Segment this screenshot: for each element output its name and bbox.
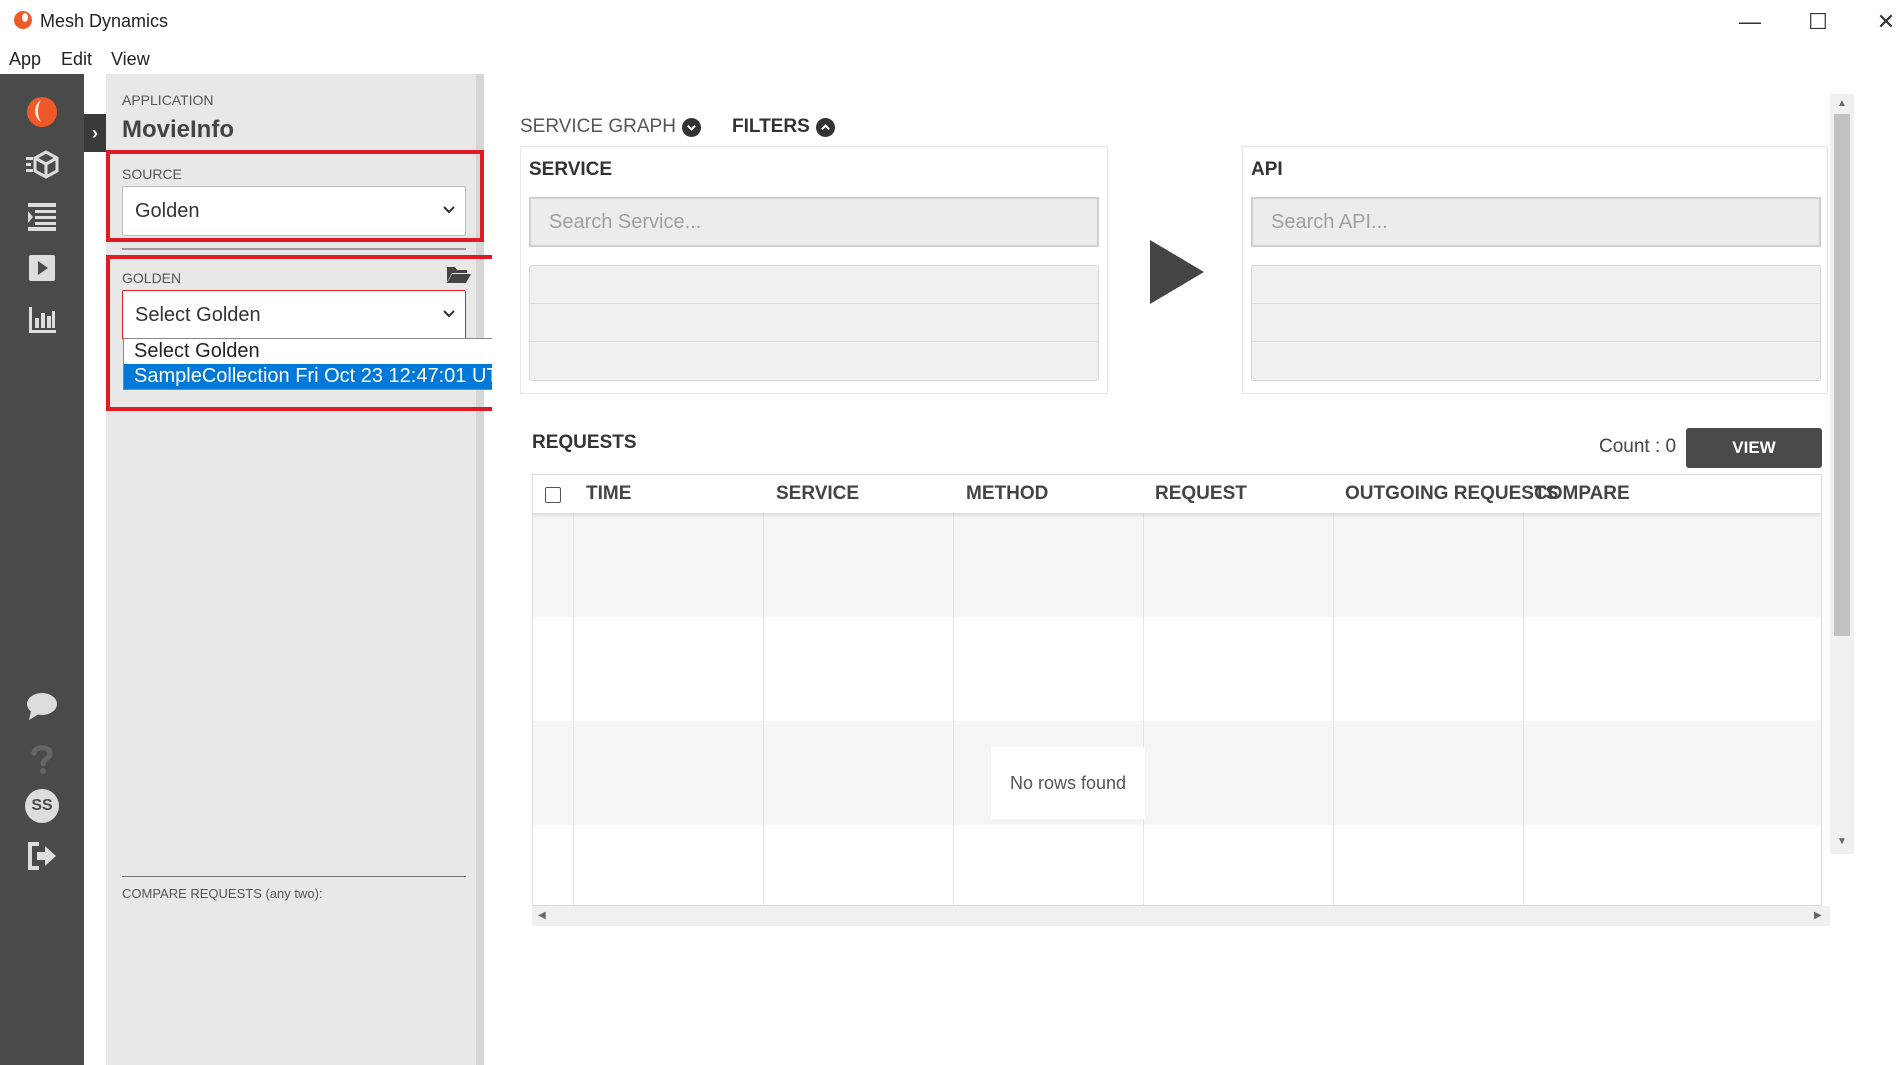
filters-label: FILTERS	[732, 116, 810, 137]
column-divider	[573, 475, 574, 905]
tab-service-graph[interactable]: SERVICE GRAPH	[520, 116, 701, 138]
column-divider	[763, 475, 764, 905]
requests-count: Count : 0	[1599, 436, 1677, 457]
select-all-checkbox[interactable]	[545, 487, 561, 503]
divider	[122, 248, 466, 250]
minimize-button[interactable]: —	[1730, 6, 1770, 38]
requests-title: REQUESTS	[532, 432, 637, 453]
column-header-service[interactable]: SERVICE	[776, 483, 859, 505]
requests-grid: TIME SERVICE METHOD REQUEST OUTGOING REQ…	[532, 474, 1822, 906]
service-card: SERVICE	[520, 146, 1108, 394]
icon-rail: SS	[0, 74, 84, 1065]
service-graph-label: SERVICE GRAPH	[520, 116, 676, 137]
service-title: SERVICE	[529, 159, 613, 180]
menu-app[interactable]: App	[9, 49, 41, 70]
list-item[interactable]	[530, 342, 1098, 380]
main-content: SERVICE GRAPH FILTERS SERVICE API	[492, 74, 1896, 1065]
application-label: APPLICATION	[122, 92, 214, 108]
column-divider	[1333, 475, 1334, 905]
no-rows-message: No rows found	[991, 747, 1145, 819]
list-item[interactable]	[1252, 342, 1820, 380]
scrollbar-thumb[interactable]	[1834, 114, 1850, 636]
avatar[interactable]: SS	[22, 786, 62, 826]
scroll-right-arrow-icon[interactable]: ▶	[1814, 910, 1822, 921]
list-item[interactable]	[1252, 304, 1820, 342]
menu-bar: App Edit View	[0, 44, 1896, 74]
chevron-down-circle-icon	[681, 117, 701, 137]
app-logo-icon	[14, 11, 32, 29]
column-header-method[interactable]: METHOD	[966, 483, 1048, 505]
chevron-up-circle-icon	[815, 117, 835, 137]
highlight-source	[106, 150, 484, 242]
service-list	[529, 265, 1099, 381]
play-arrow-icon	[1150, 240, 1204, 304]
chat-icon[interactable]	[22, 686, 62, 726]
avatar-initials: SS	[25, 789, 59, 823]
logout-icon[interactable]	[22, 836, 62, 876]
column-divider	[1143, 475, 1144, 905]
title-bar: Mesh Dynamics — ☐ ✕	[0, 0, 1896, 44]
column-header-time[interactable]: TIME	[586, 483, 631, 505]
column-header-compare[interactable]: COMPARE	[1534, 483, 1630, 505]
scroll-up-arrow-icon[interactable]: ▲	[1837, 98, 1847, 109]
column-header-request[interactable]: REQUEST	[1155, 483, 1247, 505]
list-item[interactable]	[530, 266, 1098, 304]
cube-icon[interactable]	[22, 144, 62, 184]
search-api-input[interactable]	[1251, 197, 1821, 247]
compare-requests-label: COMPARE REQUESTS (any two):	[122, 886, 323, 901]
table-row	[533, 513, 1821, 617]
search-service-input[interactable]	[529, 197, 1099, 247]
api-list	[1251, 265, 1821, 381]
api-card: API	[1242, 146, 1828, 394]
tab-filters[interactable]: FILTERS	[732, 116, 835, 138]
menu-edit[interactable]: Edit	[61, 49, 92, 70]
list-icon[interactable]	[22, 196, 62, 236]
scroll-down-arrow-icon[interactable]: ▼	[1837, 836, 1847, 847]
close-button[interactable]: ✕	[1866, 6, 1896, 38]
table-row	[533, 617, 1821, 721]
vertical-scrollbar[interactable]: ▲ ▼	[1830, 94, 1854, 854]
help-icon[interactable]	[22, 738, 62, 778]
expand-sidebar-button[interactable]: ›	[84, 114, 106, 152]
maximize-button[interactable]: ☐	[1798, 6, 1838, 38]
column-divider	[953, 475, 954, 905]
app-window: Mesh Dynamics — ☐ ✕ App Edit View SS › A…	[0, 0, 1896, 1065]
bar-chart-icon[interactable]	[22, 300, 62, 340]
menu-view[interactable]: View	[111, 49, 150, 70]
api-title: API	[1251, 159, 1283, 180]
table-row	[533, 721, 1821, 825]
horizontal-scrollbar[interactable]: ◀ ▶	[532, 906, 1830, 926]
application-name: MovieInfo	[122, 116, 234, 143]
column-header-outgoing-requests[interactable]: OUTGOING REQUESTS	[1345, 483, 1558, 505]
list-item[interactable]	[530, 304, 1098, 342]
column-divider	[1523, 475, 1524, 905]
window-title: Mesh Dynamics	[40, 11, 169, 31]
list-item[interactable]	[1252, 266, 1820, 304]
play-icon[interactable]	[22, 248, 62, 288]
table-row	[533, 825, 1821, 905]
scroll-left-arrow-icon[interactable]: ◀	[538, 910, 546, 921]
mesh-logo-icon[interactable]	[22, 92, 62, 132]
grid-header: TIME SERVICE METHOD REQUEST OUTGOING REQ…	[533, 475, 1821, 513]
divider	[122, 876, 466, 877]
view-button[interactable]: VIEW	[1686, 428, 1822, 468]
